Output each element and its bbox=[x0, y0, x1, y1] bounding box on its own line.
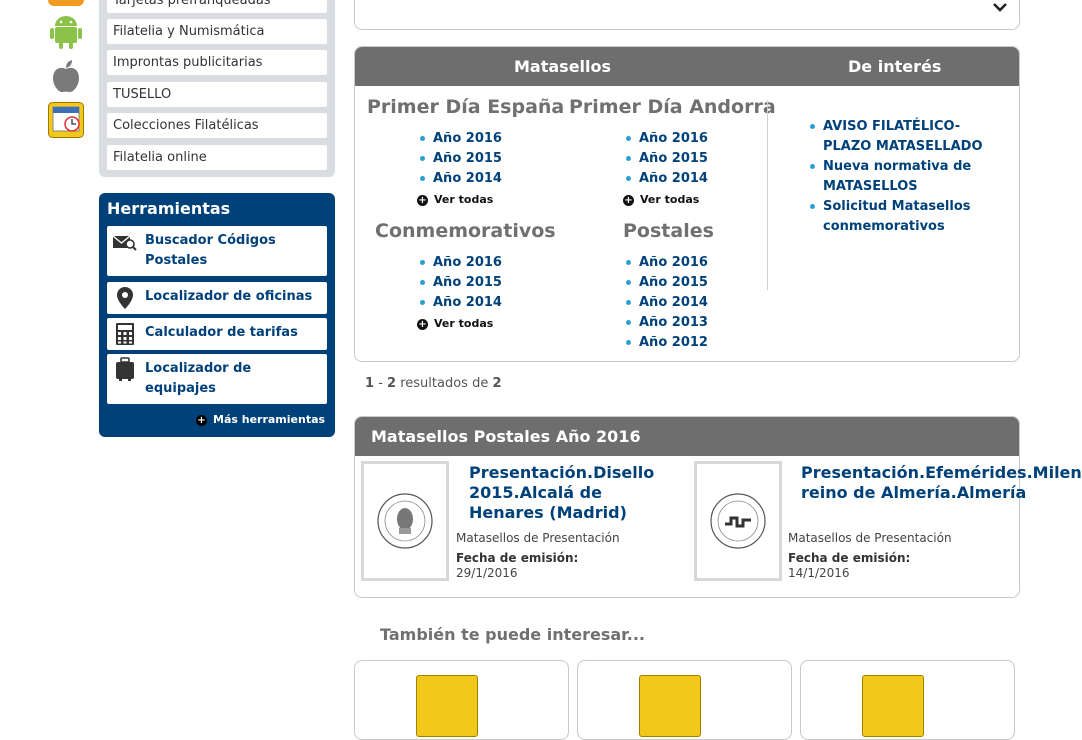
related-card-tickets[interactable] bbox=[800, 660, 1015, 740]
date-value: 29/1/2016 bbox=[456, 566, 518, 580]
postmark-date: Fecha de emisión: 14/1/2016 bbox=[788, 551, 928, 581]
rss-icon[interactable] bbox=[48, 0, 84, 6]
tool-label: Buscador Códigos Postales bbox=[145, 233, 276, 268]
postmark-type: Matasellos de Presentación bbox=[456, 531, 620, 545]
plus-icon: + bbox=[196, 415, 207, 426]
related-card-stamps[interactable] bbox=[354, 660, 569, 740]
year-link[interactable]: Año 2015 bbox=[419, 149, 502, 169]
matasellos-title: Matasellos bbox=[514, 57, 612, 76]
postmark-circle-icon bbox=[377, 493, 433, 549]
document-icon bbox=[639, 675, 701, 737]
tool-label: Calculador de tarifas bbox=[145, 325, 298, 340]
year-list-conmemorativos: Año 2016 Año 2015 Año 2014 bbox=[419, 253, 502, 313]
see-all-espana[interactable]: + Ver todas bbox=[417, 193, 493, 206]
tool-postal-code-search[interactable]: Buscador Códigos Postales bbox=[107, 226, 327, 276]
year-link[interactable]: Año 2014 bbox=[419, 169, 502, 189]
year-link[interactable]: Año 2015 bbox=[625, 149, 708, 169]
sidebar-item-tarjetas[interactable]: Tarjetas prefranqueadas bbox=[107, 0, 327, 13]
related-card-documents[interactable] bbox=[577, 660, 792, 740]
chevron-down-icon[interactable] bbox=[992, 0, 1008, 14]
filter-select[interactable] bbox=[354, 0, 1020, 30]
group-title-primer-dia-andorra: Primer Día Andorra bbox=[569, 96, 776, 118]
luggage-icon bbox=[116, 357, 134, 381]
related-title: También te puede interesar... bbox=[380, 625, 645, 644]
sidebar-item-filatelia-numismatica[interactable]: Filatelia y Numismática bbox=[107, 19, 327, 44]
calculator-icon bbox=[116, 323, 134, 345]
interest-link[interactable]: Nueva normativa de MATASELLOS bbox=[809, 157, 984, 197]
postales-header: Matasellos Postales Año 2016 bbox=[355, 417, 1019, 456]
year-link[interactable]: Año 2016 bbox=[419, 129, 502, 149]
plus-icon: + bbox=[623, 195, 634, 206]
apple-icon[interactable] bbox=[48, 58, 84, 94]
calendar-icon[interactable] bbox=[48, 102, 84, 138]
year-link[interactable]: Año 2015 bbox=[625, 273, 708, 293]
postales-title: Matasellos Postales Año 2016 bbox=[371, 427, 641, 446]
sidebar-item-colecciones[interactable]: Colecciones Filatélicas bbox=[107, 113, 327, 138]
interest-title: De interés bbox=[848, 57, 942, 76]
year-link[interactable]: Año 2014 bbox=[419, 293, 502, 313]
tool-label: Localizador de equipajes bbox=[145, 361, 252, 396]
group-title-postales: Postales bbox=[623, 220, 714, 242]
plus-icon: + bbox=[417, 319, 428, 330]
tool-label: Localizador de oficinas bbox=[145, 289, 313, 304]
column-divider bbox=[767, 100, 768, 290]
year-link[interactable]: Año 2014 bbox=[625, 293, 708, 313]
year-link[interactable]: Año 2015 bbox=[419, 273, 502, 293]
postmark-title-link[interactable]: Presentación.Efemérides.Milenio reino de… bbox=[801, 463, 1082, 503]
matasellos-header: Matasellos De interés bbox=[355, 47, 1019, 86]
postmark-image[interactable] bbox=[361, 461, 449, 581]
ticket-icon bbox=[862, 675, 924, 737]
see-all-conmemorativos[interactable]: + Ver todas bbox=[417, 317, 493, 330]
year-link[interactable]: Año 2016 bbox=[625, 253, 708, 273]
results-to: 2 bbox=[387, 376, 397, 391]
results-total: 2 bbox=[492, 376, 502, 391]
results-text: resultados de bbox=[400, 376, 489, 391]
date-label: Fecha de emisión: bbox=[788, 551, 911, 565]
results-sep: - bbox=[378, 376, 383, 391]
postmark-date: Fecha de emisión: 29/1/2016 bbox=[456, 551, 596, 581]
map-pin-icon bbox=[117, 287, 133, 309]
tools-title: Herramientas bbox=[107, 199, 231, 218]
android-icon[interactable] bbox=[48, 14, 84, 50]
see-all-label: Ver todas bbox=[434, 317, 494, 330]
year-list-andorra: Año 2016 Año 2015 Año 2014 bbox=[625, 129, 708, 189]
sidebar-item-improntas[interactable]: Improntas publicitarias bbox=[107, 50, 327, 75]
interest-link[interactable]: AVISO FILATÉLICO-PLAZO MATASELLADO bbox=[809, 117, 984, 157]
postmark-image[interactable] bbox=[694, 461, 782, 581]
date-value: 14/1/2016 bbox=[788, 566, 850, 580]
date-label: Fecha de emisión: bbox=[456, 551, 579, 565]
year-link[interactable]: Año 2016 bbox=[625, 129, 708, 149]
group-title-conmemorativos: Conmemorativos bbox=[375, 220, 556, 242]
postmark-circle-icon bbox=[710, 493, 766, 549]
plus-icon: + bbox=[417, 195, 428, 206]
sidebar-item-filatelia-online[interactable]: Filatelia online bbox=[107, 145, 327, 170]
tool-luggage-locator[interactable]: Localizador de equipajes bbox=[107, 354, 327, 404]
more-tools-link[interactable]: + Más herramientas bbox=[196, 413, 325, 426]
group-title-primer-dia-espana: Primer Día España bbox=[367, 96, 565, 118]
more-tools-label: Más herramientas bbox=[213, 413, 326, 426]
postal-search-icon bbox=[113, 235, 137, 251]
postmark-title-link[interactable]: Presentación.Disello 2015.Alcalá de Hena… bbox=[469, 463, 679, 523]
interest-link[interactable]: Solicitud Matasellos conmemorativos bbox=[809, 197, 984, 237]
year-link[interactable]: Año 2014 bbox=[625, 169, 708, 189]
sidebar-item-tusello[interactable]: TUSELLO bbox=[107, 82, 327, 107]
year-link[interactable]: Año 2012 bbox=[625, 333, 708, 353]
results-count: 1 - 2 resultados de 2 bbox=[365, 376, 502, 391]
year-link[interactable]: Año 2013 bbox=[625, 313, 708, 333]
tool-rate-calculator[interactable]: Calculador de tarifas bbox=[107, 318, 327, 350]
year-list-espana: Año 2016 Año 2015 Año 2014 bbox=[419, 129, 502, 189]
stamp-icon bbox=[416, 675, 478, 737]
see-all-label: Ver todas bbox=[434, 193, 494, 206]
year-list-postales: Año 2016 Año 2015 Año 2014 Año 2013 Año … bbox=[625, 253, 708, 353]
year-link[interactable]: Año 2016 bbox=[419, 253, 502, 273]
see-all-label: Ver todas bbox=[640, 193, 700, 206]
interest-links: AVISO FILATÉLICO-PLAZO MATASELLADO Nueva… bbox=[809, 117, 984, 237]
postmark-type: Matasellos de Presentación bbox=[788, 531, 952, 545]
tool-office-locator[interactable]: Localizador de oficinas bbox=[107, 282, 327, 314]
results-from: 1 bbox=[365, 376, 375, 391]
see-all-andorra[interactable]: + Ver todas bbox=[623, 193, 699, 206]
